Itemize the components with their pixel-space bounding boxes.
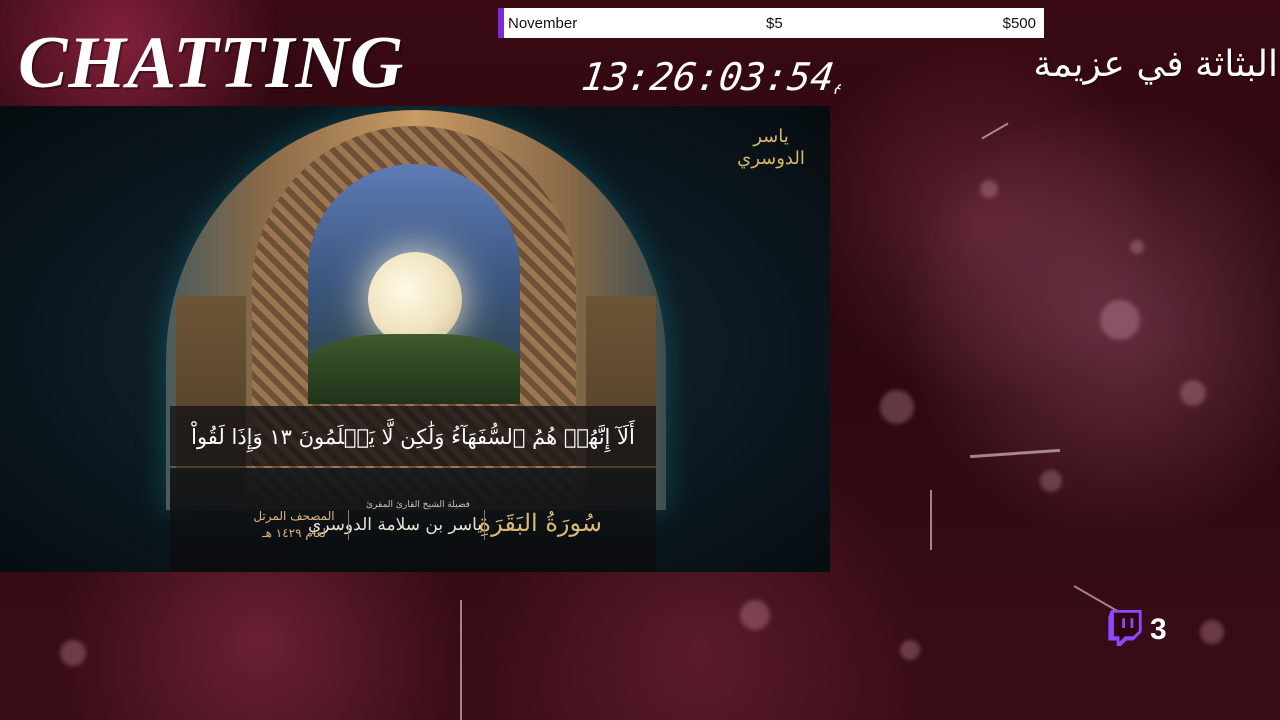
clock-days-value: 54 [784,55,837,99]
quran-verse-text: أَلَآ إِنَّهُمۡ هُمُ ٱلسُّفَهَآءُ وَلَٰك… [191,425,635,449]
clock-time: 13:26:03: [578,55,791,99]
arch-panel-right [586,296,656,496]
reciter-info: فضيلة الشيخ القارئ المقرئ ياسر بن سلامة … [308,498,482,542]
surah-name: سُورَةُ البَقَرَةِ [478,509,602,537]
category-title: CHATTING [18,22,405,104]
goal-target-amount: $500 [1002,14,1036,32]
donation-goal-bar: November $5 $500 [498,8,1044,38]
mushaf-info: المصحف المرتل لعام ١٤٢٩ هـ [244,508,344,548]
uptime-clock: 13:26:03: أيام54 [578,52,846,102]
video-player[interactable]: ياسر الدوسري أَلَآ إِنَّهُمۡ هُمُ ٱلسُّف… [0,106,830,572]
footer-divider [484,510,485,540]
twitch-viewer-counter: 3 [1108,609,1178,651]
stream-status-text: البثاثة في عزيمة [1033,44,1278,85]
footer-divider [348,510,349,540]
grass-image [308,334,520,404]
calligraphy-seal-logo: ياسر الدوسري [737,126,805,169]
goal-current-amount: $5 [766,14,783,32]
arch-window [308,164,520,404]
reciter-caption: فضيلة الشيخ القارئ المقرئ [366,500,470,510]
mushaf-line-1: المصحف المرتل [253,509,335,523]
clock-days-label: أيام [833,75,846,94]
reciter-name: ياسر بن سلامة الدوسري [308,515,482,535]
goal-month: November [508,14,578,32]
mushaf-line-2: لعام ١٤٢٩ هـ [262,526,326,540]
twitch-logo-icon [1108,609,1142,651]
arch-panel-left [176,296,246,496]
moon-image [368,252,462,346]
viewer-count: 3 [1150,613,1167,646]
